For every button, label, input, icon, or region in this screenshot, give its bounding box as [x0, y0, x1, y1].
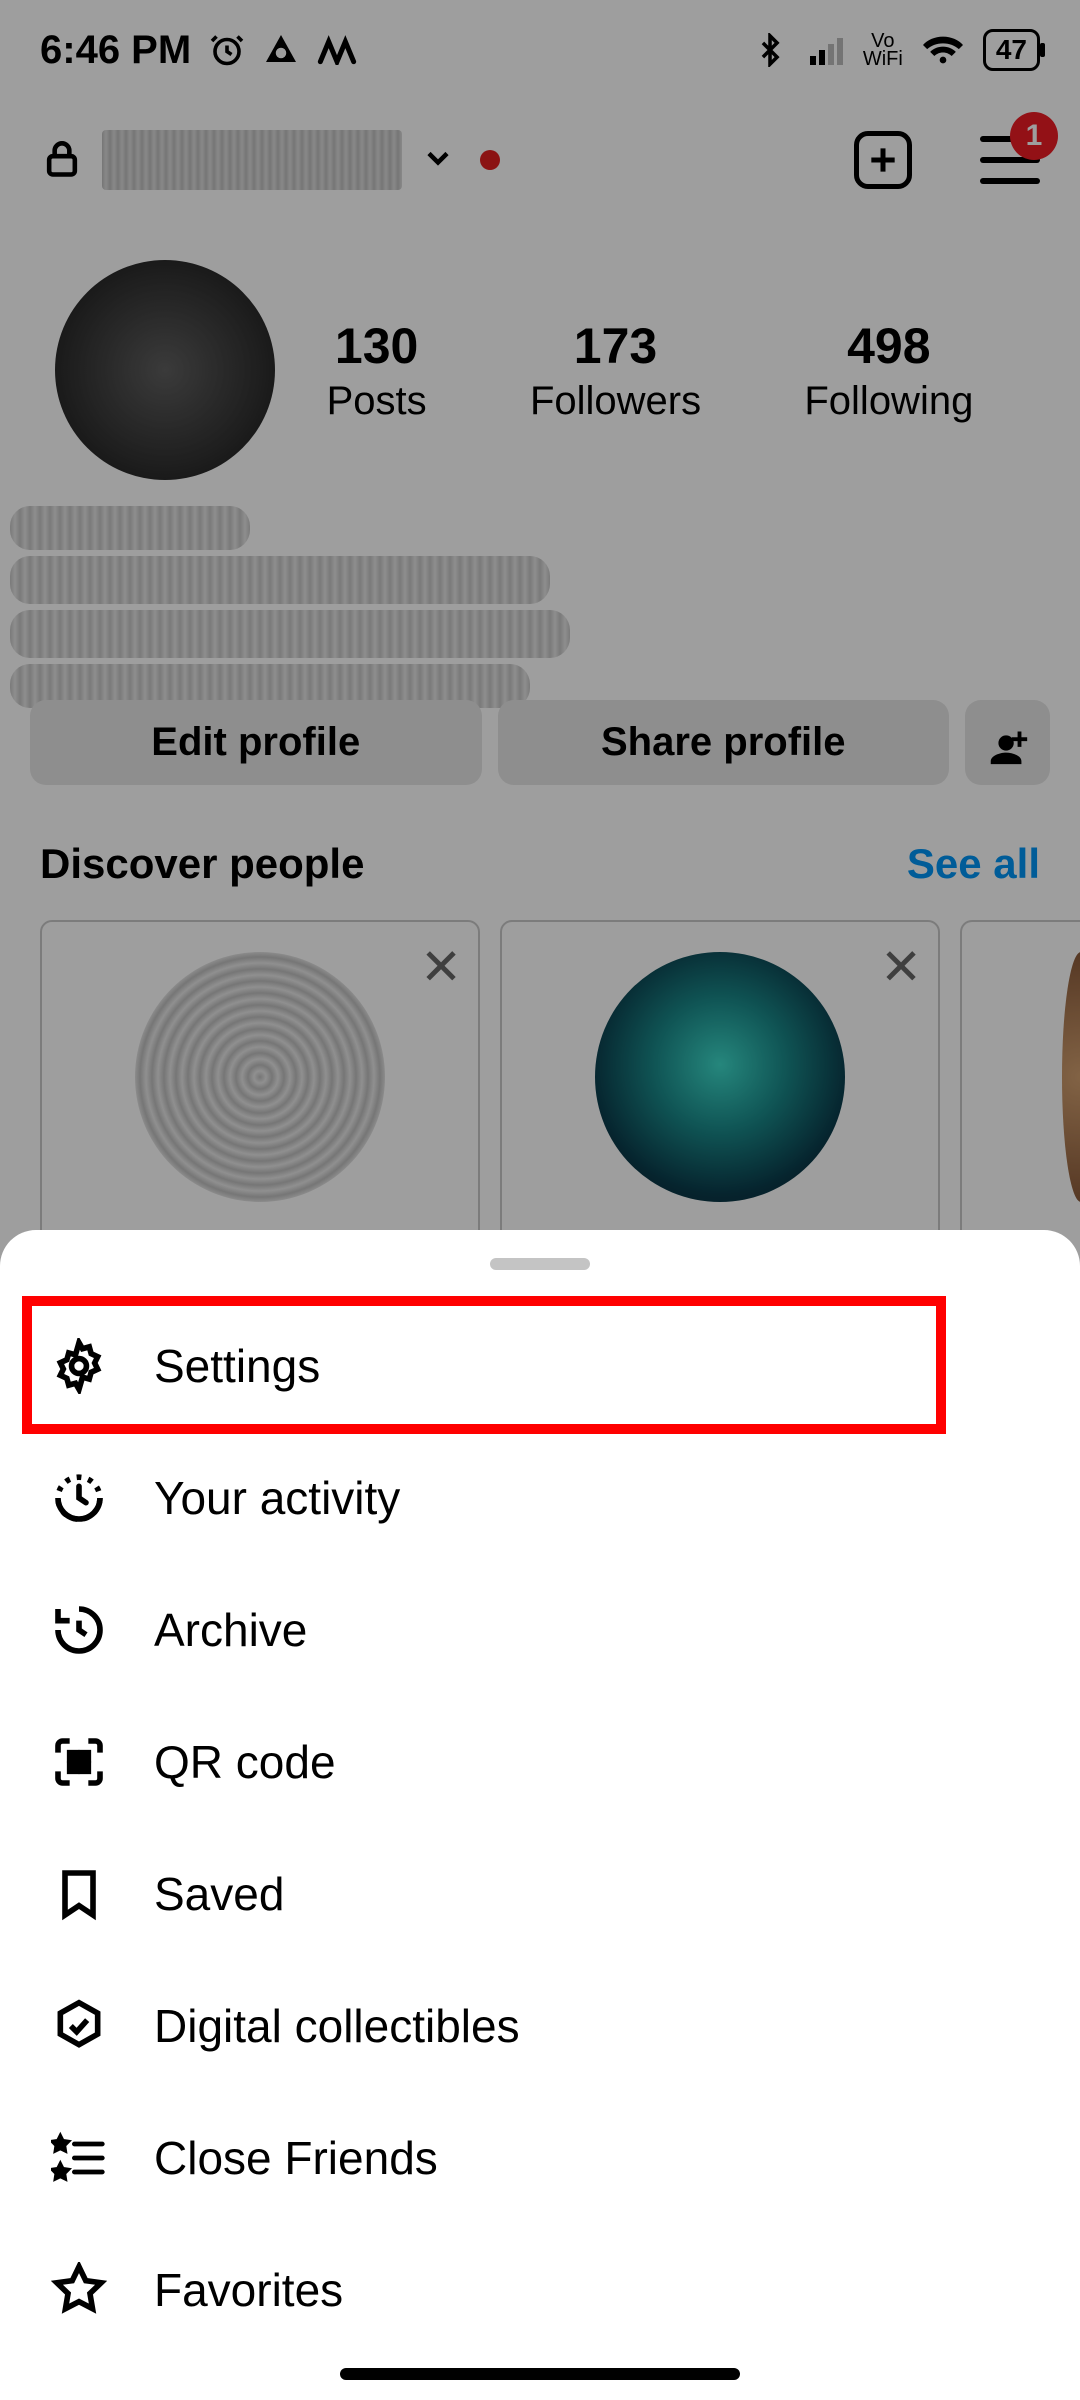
- menu-qr[interactable]: QR code: [0, 1696, 1080, 1828]
- sheet-handle[interactable]: [490, 1258, 590, 1270]
- menu-label: Close Friends: [154, 2131, 438, 2185]
- posts-count: 130: [327, 317, 427, 375]
- menu-label: Digital collectibles: [154, 1999, 520, 2053]
- card-avatar: [595, 952, 845, 1202]
- close-icon[interactable]: ✕: [420, 938, 462, 996]
- card-avatar: [135, 952, 385, 1202]
- followers-count: 173: [530, 317, 701, 375]
- menu-label: Archive: [154, 1603, 307, 1657]
- status-right: VoWiFi 47: [753, 29, 1040, 71]
- edit-profile-button[interactable]: Edit profile: [30, 700, 482, 785]
- bottom-sheet: Settings Your activity Archive QR code S: [0, 1230, 1080, 2400]
- m-icon: [317, 35, 357, 65]
- menu-button[interactable]: 1: [980, 136, 1040, 184]
- stats-row: 130 Posts 173 Followers 498 Following: [0, 260, 1080, 480]
- followers-label: Followers: [530, 379, 701, 424]
- see-all-link[interactable]: See all: [907, 840, 1040, 888]
- screen: 6:46 PM VoWiFi 47: [0, 0, 1080, 2400]
- bookmark-icon: [50, 1865, 108, 1923]
- battery-indicator: 47: [983, 29, 1040, 71]
- menu-label: Favorites: [154, 2263, 343, 2317]
- close-icon[interactable]: ✕: [880, 938, 922, 996]
- signal-icon: [807, 32, 843, 68]
- activity-icon: [50, 1469, 108, 1527]
- menu-badge: 1: [1010, 112, 1058, 160]
- share-profile-button[interactable]: Share profile: [498, 700, 950, 785]
- edit-profile-label: Edit profile: [151, 720, 360, 765]
- stat-posts[interactable]: 130 Posts: [327, 317, 427, 424]
- gear-icon: [50, 1337, 108, 1395]
- share-profile-label: Share profile: [601, 720, 846, 765]
- alarm-icon: [209, 32, 245, 68]
- menu-settings[interactable]: Settings: [0, 1300, 1080, 1432]
- profile-header: 1: [0, 110, 1080, 210]
- menu-collectibles[interactable]: Digital collectibles: [0, 1960, 1080, 2092]
- discover-header: Discover people See all: [40, 840, 1040, 888]
- posts-label: Posts: [327, 379, 427, 424]
- menu-activity[interactable]: Your activity: [0, 1432, 1080, 1564]
- chevron-down-icon[interactable]: [420, 140, 456, 181]
- menu-label: QR code: [154, 1735, 336, 1789]
- star-list-icon: [50, 2129, 108, 2187]
- archive-icon: [50, 1601, 108, 1659]
- menu-close-friends[interactable]: Close Friends: [0, 2092, 1080, 2224]
- stat-followers[interactable]: 173 Followers: [530, 317, 701, 424]
- star-icon: [50, 2261, 108, 2319]
- following-count: 498: [804, 317, 973, 375]
- profile-avatar[interactable]: [55, 260, 275, 480]
- wifi-icon: [923, 30, 963, 70]
- bluetooth-icon: [753, 33, 787, 67]
- menu-favorites[interactable]: Favorites: [0, 2224, 1080, 2356]
- menu-label: Settings: [154, 1339, 320, 1393]
- lock-icon: [40, 136, 84, 185]
- menu-archive[interactable]: Archive: [0, 1564, 1080, 1696]
- nav-pill[interactable]: [340, 2368, 740, 2380]
- menu-label: Saved: [154, 1867, 284, 1921]
- status-left: 6:46 PM: [40, 28, 357, 73]
- app-icon: [263, 32, 299, 68]
- username[interactable]: [102, 130, 402, 190]
- status-bar: 6:46 PM VoWiFi 47: [0, 0, 1080, 100]
- action-buttons: Edit profile Share profile: [30, 700, 1050, 785]
- status-time: 6:46 PM: [40, 28, 191, 73]
- card-avatar: [1062, 952, 1080, 1202]
- create-button[interactable]: [854, 131, 912, 189]
- discover-people-button[interactable]: [965, 700, 1050, 785]
- stat-following[interactable]: 498 Following: [804, 317, 973, 424]
- vowifi-icon: VoWiFi: [863, 32, 903, 68]
- qr-icon: [50, 1733, 108, 1791]
- bio-text: [0, 500, 580, 700]
- notification-dot: [480, 150, 500, 170]
- menu-label: Your activity: [154, 1471, 400, 1525]
- discover-title: Discover people: [40, 840, 364, 888]
- following-label: Following: [804, 379, 973, 424]
- menu-saved[interactable]: Saved: [0, 1828, 1080, 1960]
- hexagon-check-icon: [50, 1997, 108, 2055]
